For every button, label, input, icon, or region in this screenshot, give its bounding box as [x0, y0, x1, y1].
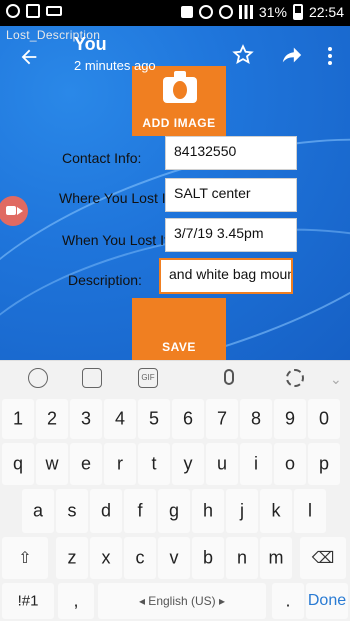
symbols-key[interactable]: !#1 — [2, 583, 54, 619]
key-3[interactable]: 3 — [70, 399, 102, 439]
add-image-label: ADD IMAGE — [142, 116, 216, 130]
key-j[interactable]: j — [226, 489, 258, 533]
key-8[interactable]: 8 — [240, 399, 272, 439]
key-y[interactable]: y — [172, 443, 204, 485]
key-w[interactable]: w — [36, 443, 68, 485]
record-camera-icon — [6, 206, 16, 215]
keyboard: GIF ⌄ 1 2 3 4 5 6 7 8 9 0 q w e r t y u … — [0, 360, 350, 621]
key-i[interactable]: i — [240, 443, 272, 485]
key-s[interactable]: s — [56, 489, 88, 533]
key-z[interactable]: z — [56, 537, 88, 579]
when-lost-label: When You Lost It: — [62, 232, 172, 248]
signal-icon — [238, 5, 253, 19]
key-n[interactable]: n — [226, 537, 258, 579]
backspace-key[interactable]: ⌫ — [300, 537, 346, 579]
key-1[interactable]: 1 — [2, 399, 34, 439]
key-a[interactable]: a — [22, 489, 54, 533]
key-x[interactable]: x — [90, 537, 122, 579]
shift-icon: ⇧ — [18, 550, 32, 567]
keyboard-toolbar: GIF ⌄ — [0, 361, 350, 395]
nfc-icon — [180, 6, 193, 18]
key-b[interactable]: b — [192, 537, 224, 579]
key-h[interactable]: h — [192, 489, 224, 533]
key-5[interactable]: 5 — [138, 399, 170, 439]
collapse-chevron-icon[interactable]: ⌄ — [330, 371, 342, 388]
when-lost-field[interactable]: 3/7/19 3.45pm — [165, 218, 297, 252]
settings-gear-icon[interactable] — [286, 369, 304, 387]
key-g[interactable]: g — [158, 489, 190, 533]
microphone-icon[interactable] — [224, 369, 234, 385]
key-4[interactable]: 4 — [104, 399, 136, 439]
battery-percent: 31% — [258, 4, 287, 20]
period-key[interactable]: . — [272, 583, 304, 619]
key-f[interactable]: f — [124, 489, 156, 533]
save-button[interactable]: SAVE — [132, 298, 226, 360]
more-vert-icon[interactable] — [326, 46, 334, 66]
status-bar: 31% 22:54 — [0, 0, 350, 26]
space-bar[interactable]: ◂ English (US) ▸ — [98, 583, 266, 619]
contact-info-label: Contact Info: — [62, 150, 142, 166]
where-lost-field[interactable]: SALT center — [165, 178, 297, 212]
gallery-icon — [26, 4, 40, 18]
key-7[interactable]: 7 — [206, 399, 238, 439]
key-2[interactable]: 2 — [36, 399, 68, 439]
key-t[interactable]: t — [138, 443, 170, 485]
key-v[interactable]: v — [158, 537, 190, 579]
alarm-icon — [218, 5, 233, 19]
back-arrow-icon[interactable] — [18, 46, 40, 68]
comma-key[interactable]: , — [58, 583, 94, 619]
key-6[interactable]: 6 — [172, 399, 204, 439]
key-k[interactable]: k — [260, 489, 292, 533]
key-c[interactable]: c — [124, 537, 156, 579]
key-9[interactable]: 9 — [274, 399, 306, 439]
key-0[interactable]: 0 — [308, 399, 340, 439]
where-lost-label: Where You Lost It: — [59, 190, 174, 206]
video-camera-icon — [46, 6, 62, 16]
emoji-icon[interactable] — [28, 368, 48, 388]
star-icon[interactable] — [232, 44, 254, 66]
key-p[interactable]: p — [308, 443, 340, 485]
mute-icon — [198, 5, 213, 19]
shift-key[interactable]: ⇧ — [2, 537, 48, 579]
key-m[interactable]: m — [260, 537, 292, 579]
app-bar: You 2 minutes ago — [0, 34, 350, 84]
backspace-icon: ⌫ — [311, 550, 335, 567]
forward-icon[interactable] — [280, 44, 304, 66]
key-o[interactable]: o — [274, 443, 306, 485]
save-label: SAVE — [162, 340, 196, 354]
key-l[interactable]: l — [294, 489, 326, 533]
conversation-subtitle: 2 minutes ago — [74, 58, 156, 73]
description-label: Description: — [68, 272, 142, 288]
sticker-icon[interactable] — [82, 368, 102, 388]
done-key[interactable]: Done — [306, 583, 348, 619]
description-field[interactable]: and white bag mount — [159, 258, 293, 294]
battery-icon — [292, 4, 303, 20]
clock: 22:54 — [308, 4, 344, 20]
conversation-title: You — [74, 34, 107, 54]
key-u[interactable]: u — [206, 443, 238, 485]
key-e[interactable]: e — [70, 443, 102, 485]
key-d[interactable]: d — [90, 489, 122, 533]
contact-info-field[interactable]: 84132550 — [165, 136, 297, 170]
status-right: 31% 22:54 — [180, 4, 344, 20]
key-r[interactable]: r — [104, 443, 136, 485]
key-q[interactable]: q — [2, 443, 34, 485]
gif-icon[interactable]: GIF — [138, 368, 158, 388]
status-left — [6, 4, 62, 18]
whatsapp-icon — [6, 4, 20, 18]
